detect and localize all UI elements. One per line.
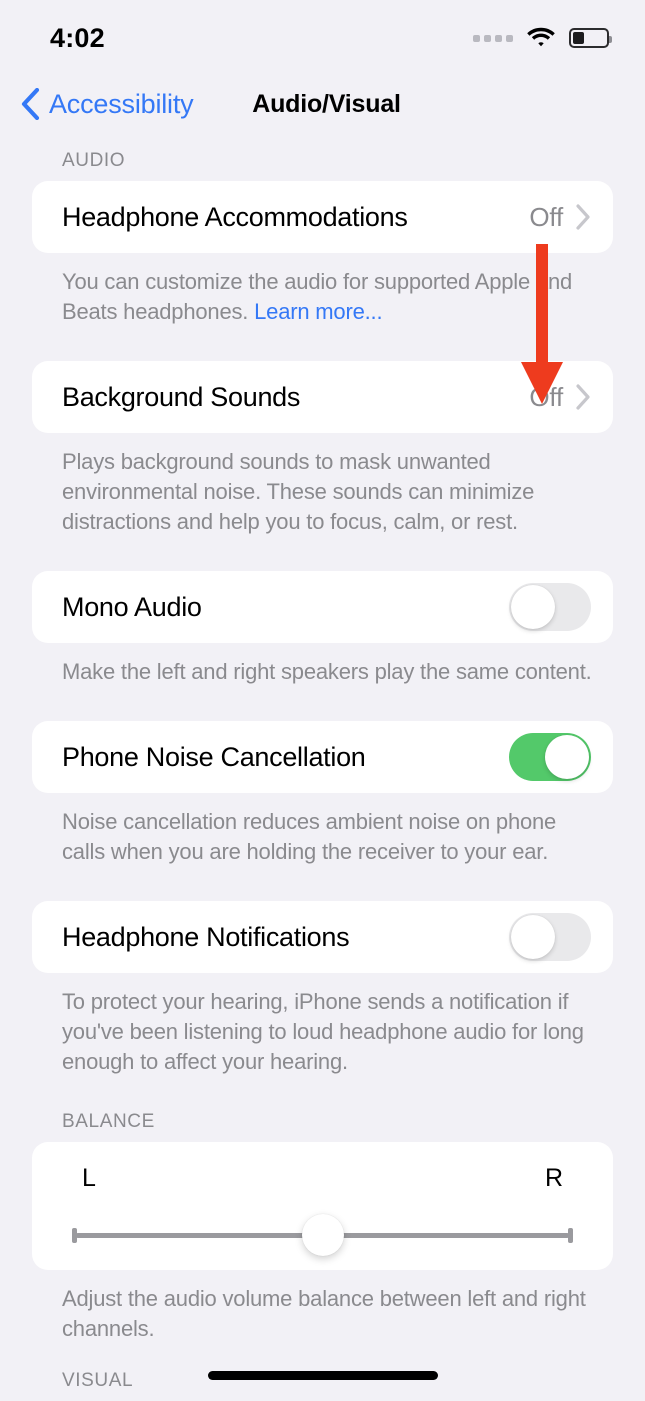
slider-cap-left [72, 1228, 77, 1243]
row-headphone-accommodations[interactable]: Headphone Accommodations Off [32, 181, 613, 253]
learn-more-link[interactable]: Learn more... [254, 299, 382, 324]
section-header-balance: BALANCE [62, 1111, 155, 1132]
home-indicator [207, 1371, 438, 1380]
row-headphone-notifications[interactable]: Headphone Notifications [32, 901, 613, 973]
slider-cap-right [568, 1228, 573, 1243]
card-background-sounds: Background Sounds Off [32, 361, 613, 433]
chevron-right-icon [576, 384, 590, 410]
footnote-mono-audio: Make the left and right speakers play th… [62, 659, 592, 684]
toggle-knob [511, 915, 555, 959]
section-header-audio: AUDIO [62, 150, 126, 171]
footnote-headphone-accommodations: You can customize the audio for supporte… [0, 253, 645, 327]
footnote-phone-noise-cancellation: Noise cancellation reduces ambient noise… [62, 809, 557, 864]
row-background-sounds[interactable]: Background Sounds Off [32, 361, 613, 433]
card-balance: L R [32, 1142, 613, 1270]
balance-right-label: R [544, 1164, 563, 1192]
card-phone-noise-cancellation: Phone Noise Cancellation [32, 721, 613, 793]
row-value: Off [529, 381, 563, 412]
row-label: Headphone Notifications [62, 921, 350, 952]
battery-icon [569, 28, 612, 48]
card-headphone-notifications: Headphone Notifications [32, 901, 613, 973]
toggle-knob [511, 585, 555, 629]
status-bar-time: 4:02 [50, 22, 105, 53]
card-headphone-accommodations: Headphone Accommodations Off [32, 181, 613, 253]
row-value: Off [529, 201, 563, 232]
balance-left-label: L [82, 1164, 96, 1192]
navigation-bar: Accessibility Audio/Visual [0, 80, 645, 136]
balance-labels: L R [32, 1164, 613, 1193]
row-label: Phone Noise Cancellation [62, 741, 366, 772]
headphone-notifications-toggle[interactable] [509, 913, 591, 961]
footnote-balance: Adjust the audio volume balance between … [62, 1286, 586, 1341]
row-label: Headphone Accommodations [62, 201, 408, 232]
page-title: Audio/Visual [252, 90, 401, 118]
chevron-right-icon [576, 204, 590, 230]
phone-noise-cancellation-toggle[interactable] [509, 733, 591, 781]
row-phone-noise-cancellation[interactable]: Phone Noise Cancellation [32, 721, 613, 793]
signal-dots-icon [473, 34, 513, 42]
toggle-knob [545, 735, 589, 779]
row-label: Mono Audio [62, 591, 202, 622]
row-mono-audio[interactable]: Mono Audio [32, 571, 613, 643]
slider-thumb[interactable] [301, 1214, 344, 1256]
footnote-headphone-notifications: To protect your hearing, iPhone sends a … [62, 989, 584, 1074]
card-mono-audio: Mono Audio [32, 571, 613, 643]
row-label: Background Sounds [62, 381, 301, 412]
mono-audio-toggle[interactable] [509, 583, 591, 631]
wifi-icon [527, 27, 555, 47]
status-bar: 4:02 [0, 0, 645, 72]
footnote-background-sounds: Plays background sounds to mask unwanted… [62, 449, 535, 534]
status-bar-indicators [473, 27, 612, 49]
balance-slider[interactable] [72, 1214, 573, 1256]
settings-list: AUDIO Headphone Accommodations Off You c… [0, 150, 645, 1401]
